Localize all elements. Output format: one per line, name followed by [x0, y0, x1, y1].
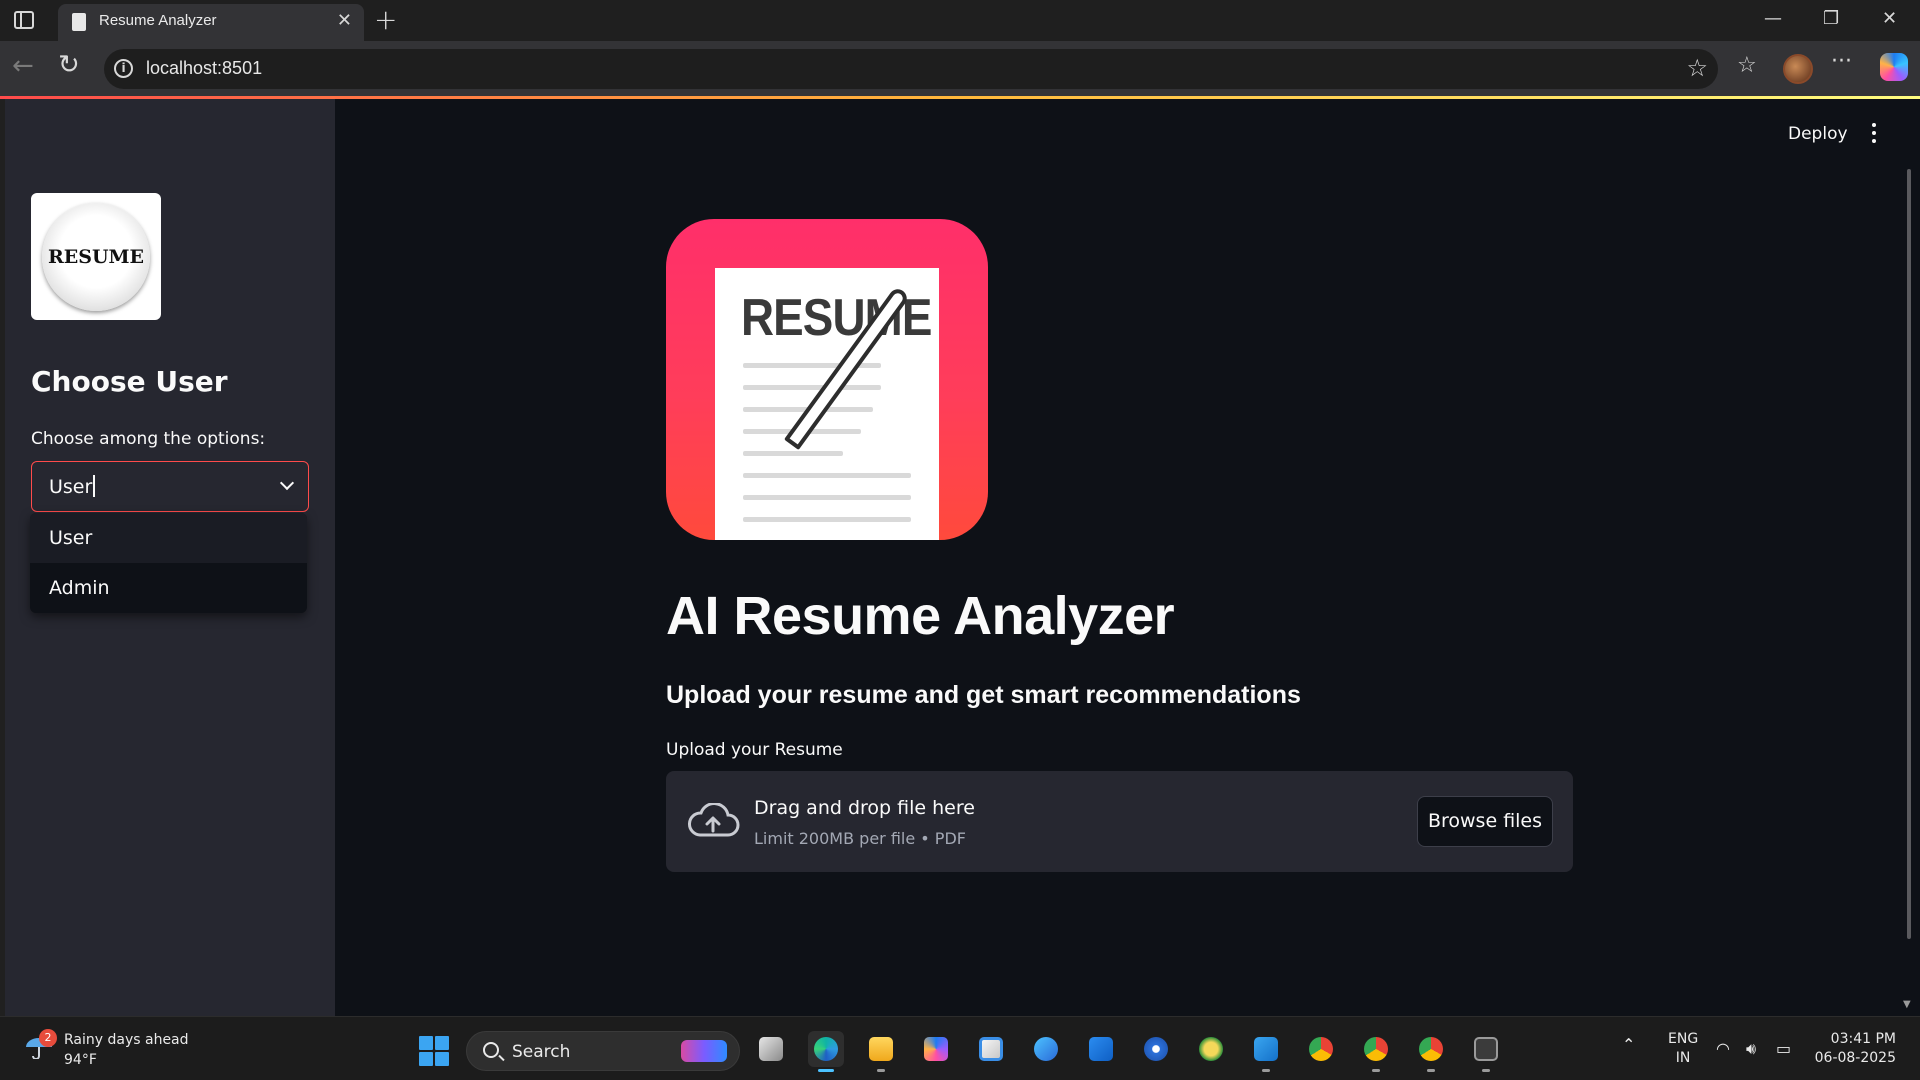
logo-text: RESUME — [47, 245, 145, 268]
dropzone-limit-text: Limit 200MB per file • PDF — [754, 829, 966, 848]
show-hidden-icons-icon[interactable]: ⌃ — [1622, 1035, 1635, 1054]
main-menu-icon[interactable] — [1871, 123, 1877, 145]
new-tab-icon[interactable]: + — [374, 3, 397, 36]
reload-icon[interactable]: ↻ — [58, 50, 80, 80]
page-subtitle: Upload your resume and get smart recomme… — [666, 681, 1301, 709]
weather-temperature[interactable]: 94°F — [64, 1052, 97, 1068]
windows-start-icon[interactable] — [419, 1036, 449, 1066]
clock-date: 06-08-2025 — [1814, 1050, 1896, 1066]
chrome-icon[interactable] — [1303, 1031, 1339, 1067]
paper-line — [743, 495, 911, 500]
tab-actions-icon[interactable] — [14, 11, 34, 29]
tab-title: Resume Analyzer — [99, 12, 217, 29]
sidebar: RESUME Choose User Choose among the opti… — [5, 99, 335, 1016]
favorite-star-icon[interactable]: ☆ — [1686, 54, 1708, 82]
favorites-icon[interactable]: ☆ — [1737, 53, 1757, 78]
option-user[interactable]: User — [30, 513, 307, 563]
emblem-app-icon[interactable] — [1193, 1031, 1229, 1067]
page-title: AI Resume Analyzer — [666, 586, 1175, 646]
chrome-profile-p-icon[interactable] — [1358, 1031, 1394, 1072]
search-icon — [483, 1042, 499, 1058]
file-dropzone[interactable]: Drag and drop file here Limit 200MB per … — [666, 771, 1573, 872]
url-text: localhost:8501 — [146, 58, 263, 78]
select-label: Choose among the options: — [31, 429, 266, 449]
store-icon[interactable] — [973, 1031, 1009, 1067]
windows-taskbar: 2 Rainy days ahead 94°F Search ⌃ ENG IN … — [0, 1016, 1920, 1080]
browser-tab-bar: Resume Analyzer ✕ + — ❐ ✕ — [0, 0, 1920, 41]
blue-app-icon[interactable] — [1138, 1031, 1174, 1067]
site-info-icon[interactable]: i — [114, 59, 133, 78]
paper-line — [743, 385, 881, 390]
file-explorer-icon[interactable] — [863, 1031, 899, 1072]
close-window-icon[interactable]: ✕ — [1882, 8, 1897, 29]
address-bar-row: ← ↻ i localhost:8501 ☆ ☆ ··· — [0, 41, 1920, 96]
select-dropdown-menu: User Admin — [30, 513, 307, 613]
more-options-icon[interactable]: ··· — [1831, 49, 1852, 74]
sidebar-heading: Choose User — [31, 365, 228, 398]
browse-files-button[interactable]: Browse files — [1417, 796, 1553, 847]
teams-icon[interactable] — [1028, 1031, 1064, 1067]
copilot-app-icon[interactable] — [918, 1031, 954, 1067]
select-input[interactable]: User — [49, 475, 96, 498]
sidebar-logo: RESUME — [31, 193, 161, 320]
weather-alert-badge: 2 — [39, 1029, 57, 1047]
taskbar-search[interactable]: Search — [466, 1031, 740, 1071]
scrollbar[interactable] — [1907, 169, 1911, 939]
main-content: Deploy ▼ RESUME AI Resume Analyzer Uploa… — [335, 99, 1920, 1016]
chevron-down-icon[interactable] — [279, 475, 295, 491]
paper-line — [743, 473, 911, 478]
copilot-icon[interactable] — [1880, 53, 1908, 81]
search-highlight-icon — [681, 1040, 727, 1062]
language-indicator[interactable]: ENG IN — [1668, 1030, 1698, 1068]
scroll-down-icon[interactable]: ▼ — [1903, 999, 1911, 1010]
cloud-upload-icon — [688, 803, 740, 837]
chrome-profile-icon[interactable] — [1413, 1031, 1449, 1072]
option-admin[interactable]: Admin — [30, 563, 307, 613]
vscode-icon[interactable] — [1248, 1031, 1284, 1072]
page-favicon-icon — [72, 13, 86, 31]
search-placeholder: Search — [512, 1042, 571, 1062]
weather-title[interactable]: Rainy days ahead — [64, 1032, 189, 1048]
paper-line — [743, 517, 911, 522]
browser-tab[interactable]: Resume Analyzer ✕ — [58, 4, 364, 41]
resume-hero-image: RESUME — [666, 219, 988, 540]
edge-icon[interactable] — [808, 1031, 844, 1072]
user-type-select[interactable]: User — [31, 461, 309, 512]
logo-badge: RESUME — [42, 202, 150, 311]
profile-avatar[interactable] — [1783, 54, 1813, 84]
wifi-icon[interactable]: ◠ — [1716, 1039, 1730, 1058]
taskbar-clock[interactable]: 03:41 PM 06-08-2025 — [1812, 1030, 1896, 1068]
deploy-button[interactable]: Deploy — [1788, 124, 1848, 144]
task-view-icon[interactable] — [753, 1031, 789, 1067]
volume-icon[interactable]: 🔊︎ — [1746, 1039, 1756, 1059]
minimize-icon[interactable]: — — [1764, 8, 1782, 29]
file-uploader-label: Upload your Resume — [666, 740, 843, 760]
battery-icon[interactable]: ▭ — [1776, 1039, 1791, 1058]
url-field[interactable]: i localhost:8501 ☆ — [104, 49, 1718, 89]
dropzone-title: Drag and drop file here — [754, 797, 975, 819]
close-tab-icon[interactable]: ✕ — [337, 10, 352, 31]
outlook-icon[interactable] — [1083, 1031, 1119, 1067]
clock-time: 03:41 PM — [1830, 1031, 1896, 1047]
restore-icon[interactable]: ❐ — [1823, 8, 1839, 29]
back-icon[interactable]: ← — [12, 51, 34, 81]
paper-line — [743, 451, 843, 456]
terminal-icon[interactable] — [1468, 1031, 1504, 1072]
text-cursor — [93, 475, 96, 497]
